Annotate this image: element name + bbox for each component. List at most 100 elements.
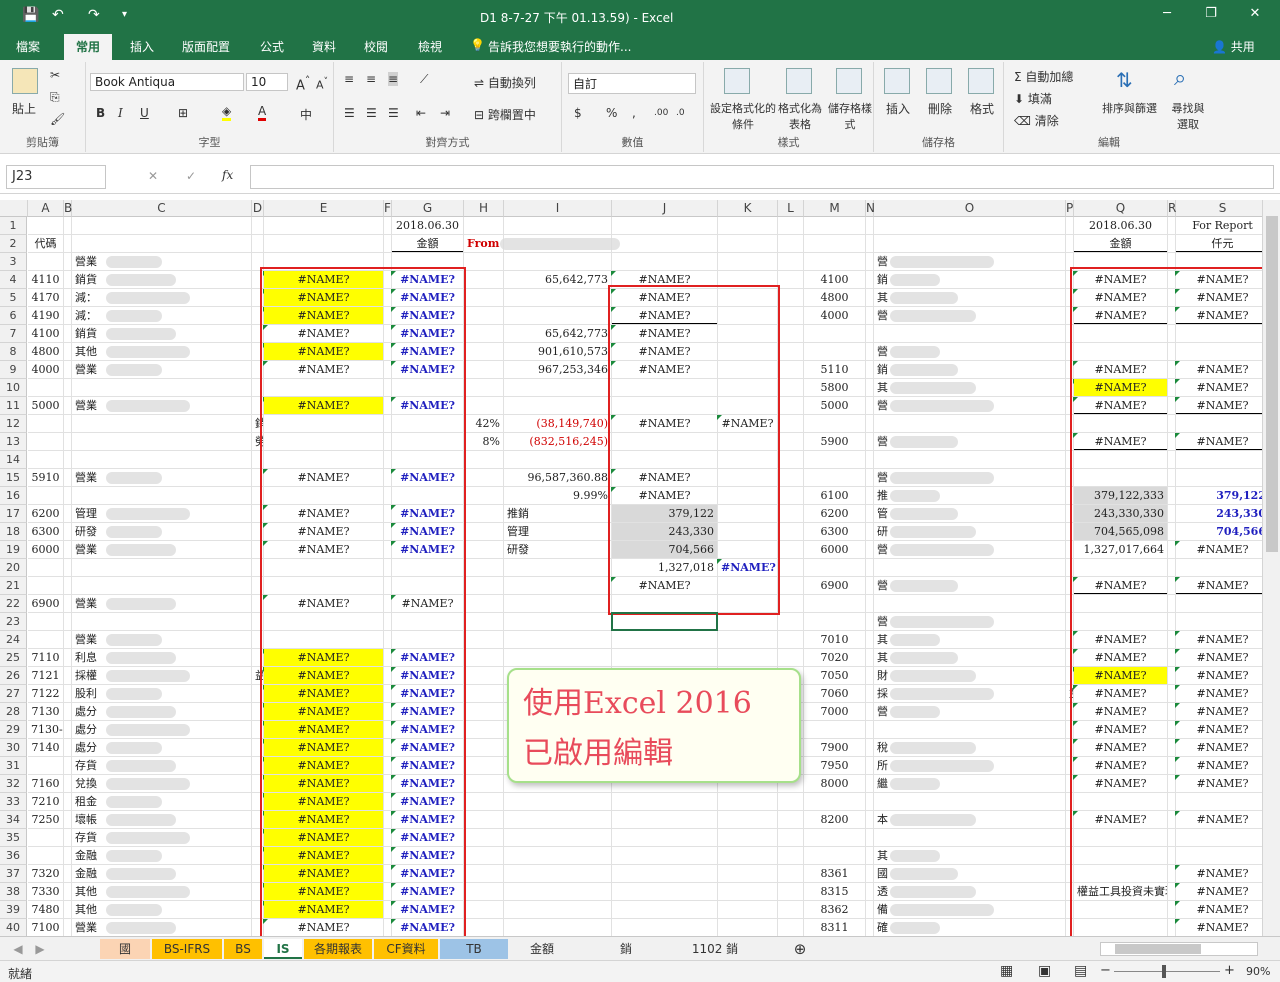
cell-E11[interactable]: #NAME? xyxy=(264,397,383,414)
cell-E31[interactable]: #NAME? xyxy=(264,757,383,774)
row-header-14[interactable]: 14 xyxy=(0,451,27,469)
cell-A4[interactable]: 4110 xyxy=(28,271,63,288)
row-header-20[interactable]: 20 xyxy=(0,559,27,577)
font-color-icon[interactable]: A xyxy=(258,104,267,121)
cell-D26[interactable]: 益 xyxy=(252,667,263,684)
cell-M16[interactable]: 6100 xyxy=(804,487,865,504)
cell-E22[interactable]: #NAME? xyxy=(264,595,383,612)
bold-button[interactable]: B xyxy=(96,106,105,120)
tab-formulas[interactable]: 公式 xyxy=(260,38,284,55)
format-painter-icon[interactable]: 🖌 xyxy=(50,112,65,126)
cell-S13[interactable]: #NAME? xyxy=(1176,433,1262,450)
align-middle-icon[interactable]: ≡ xyxy=(366,72,376,86)
cell-J12[interactable]: #NAME? xyxy=(612,415,717,432)
cell-G27[interactable]: #NAME? xyxy=(392,685,463,702)
cell-A30[interactable]: 7140 xyxy=(28,739,63,756)
underline-button[interactable]: U xyxy=(140,106,149,120)
cell-E35[interactable]: #NAME? xyxy=(264,829,383,846)
increase-decimal-icon[interactable]: .00 xyxy=(654,108,668,118)
cell-A11[interactable]: 5000 xyxy=(28,397,63,414)
cell-E15[interactable]: #NAME? xyxy=(264,469,383,486)
worksheet-grid[interactable]: A B C D E F G H I J K L M N O P Q R S 1 2 3 4 5 6 7 8 9 10 11 12 13 14 15… xyxy=(0,200,1262,936)
cell-J4[interactable]: #NAME? xyxy=(612,271,717,288)
cell-I19[interactable]: 研發 xyxy=(504,541,611,558)
normal-view-icon[interactable]: ▦ xyxy=(1000,963,1013,979)
name-box[interactable]: J23 xyxy=(6,165,106,189)
row-header-32[interactable]: 32 xyxy=(0,775,27,793)
confirm-entry-icon[interactable]: ✓ xyxy=(186,169,196,183)
row-header-25[interactable]: 25 xyxy=(0,649,27,667)
cell-I4[interactable]: 65,642,773 xyxy=(504,271,611,288)
cell-E8[interactable]: #NAME? xyxy=(264,343,383,360)
currency-button[interactable]: $ xyxy=(574,106,582,120)
cell-G40[interactable]: #NAME? xyxy=(392,919,463,936)
sheet-tab-1[interactable]: BS-IFRS xyxy=(152,939,222,959)
row-header-22[interactable]: 22 xyxy=(0,595,27,613)
horizontal-scroll-thumb[interactable] xyxy=(1115,944,1201,954)
row-header-34[interactable]: 34 xyxy=(0,811,27,829)
decrease-decimal-icon[interactable]: .0 xyxy=(676,108,685,118)
row-header-16[interactable]: 16 xyxy=(0,487,27,505)
font-name-select[interactable]: Book Antiqua xyxy=(90,73,244,91)
align-center-icon[interactable]: ☰ xyxy=(366,106,377,120)
cell-E38[interactable]: #NAME? xyxy=(264,883,383,900)
sheet-tab-8[interactable]: 銷 xyxy=(576,939,676,959)
cell-A34[interactable]: 7250 xyxy=(28,811,63,828)
cell-E40[interactable]: #NAME? xyxy=(264,919,383,936)
cell-J6[interactable]: #NAME? xyxy=(612,307,717,324)
cell-G38[interactable]: #NAME? xyxy=(392,883,463,900)
cell-M19[interactable]: 6000 xyxy=(804,541,865,558)
cell-Q13[interactable]: #NAME? xyxy=(1074,433,1167,450)
tab-view[interactable]: 檢視 xyxy=(418,38,442,55)
cell-E39[interactable]: #NAME? xyxy=(264,901,383,918)
cell-Q1[interactable]: 2018.06.30 xyxy=(1074,217,1167,234)
align-left-icon[interactable]: ☰ xyxy=(344,106,355,120)
column-header-K[interactable]: K xyxy=(718,200,778,217)
cell-S11[interactable]: #NAME? xyxy=(1176,397,1262,414)
cell-G22[interactable]: #NAME? xyxy=(392,595,463,612)
cell-H13[interactable]: 8% xyxy=(464,433,503,450)
cell-I9[interactable]: 967,253,346 xyxy=(504,361,611,378)
cell-I8[interactable]: 901,610,573 xyxy=(504,343,611,360)
cell-M38[interactable]: 8315 xyxy=(804,883,865,900)
phonetic-icon[interactable]: 中 xyxy=(300,106,312,123)
column-header-P[interactable]: P xyxy=(1066,200,1074,217)
row-header-6[interactable]: 6 xyxy=(0,307,27,325)
cell-E17[interactable]: #NAME? xyxy=(264,505,383,522)
cell-S9[interactable]: #NAME? xyxy=(1176,361,1262,378)
cell-Q18[interactable]: 704,565,098 xyxy=(1074,523,1167,540)
cell-I12[interactable]: (38,149,740) xyxy=(504,415,611,432)
row-header-8[interactable]: 8 xyxy=(0,343,27,361)
tab-data[interactable]: 資料 xyxy=(312,38,336,55)
cell-G32[interactable]: #NAME? xyxy=(392,775,463,792)
row-header-40[interactable]: 40 xyxy=(0,919,27,936)
cell-G34[interactable]: #NAME? xyxy=(392,811,463,828)
cell-styles-button[interactable]: 儲存格樣式 xyxy=(826,100,874,132)
column-header-R[interactable]: R xyxy=(1168,200,1176,217)
cell-H12[interactable]: 42% xyxy=(464,415,503,432)
cell-A8[interactable]: 4800 xyxy=(28,343,63,360)
row-header-2[interactable]: 2 xyxy=(0,235,27,253)
horizontal-scrollbar[interactable] xyxy=(1100,942,1258,956)
cell-G11[interactable]: #NAME? xyxy=(392,397,463,414)
row-header-3[interactable]: 3 xyxy=(0,253,27,271)
row-header-36[interactable]: 36 xyxy=(0,847,27,865)
column-header-J[interactable]: J xyxy=(612,200,718,217)
sheet-tab-0[interactable]: 國 xyxy=(100,939,150,959)
row-header-26[interactable]: 26 xyxy=(0,667,27,685)
cell-M25[interactable]: 7020 xyxy=(804,649,865,666)
cell-M11[interactable]: 5000 xyxy=(804,397,865,414)
cell-A29[interactable]: 7130-1 xyxy=(28,721,63,738)
tab-home[interactable]: 常用 xyxy=(64,34,113,60)
cell-I16[interactable]: 9.99% xyxy=(504,487,611,504)
cell-M31[interactable]: 7950 xyxy=(804,757,865,774)
cell-S25[interactable]: #NAME? xyxy=(1176,649,1262,666)
cell-J16[interactable]: #NAME? xyxy=(612,487,717,504)
cell-S17[interactable]: 243,330 xyxy=(1176,505,1262,522)
cell-S18[interactable]: 704,566 xyxy=(1176,523,1262,540)
cell-G9[interactable]: #NAME? xyxy=(392,361,463,378)
cell-M13[interactable]: 5900 xyxy=(804,433,865,450)
cell-E25[interactable]: #NAME? xyxy=(264,649,383,666)
borders-icon[interactable]: ⊞ xyxy=(178,106,188,120)
save-icon[interactable]: 💾 xyxy=(22,6,39,24)
